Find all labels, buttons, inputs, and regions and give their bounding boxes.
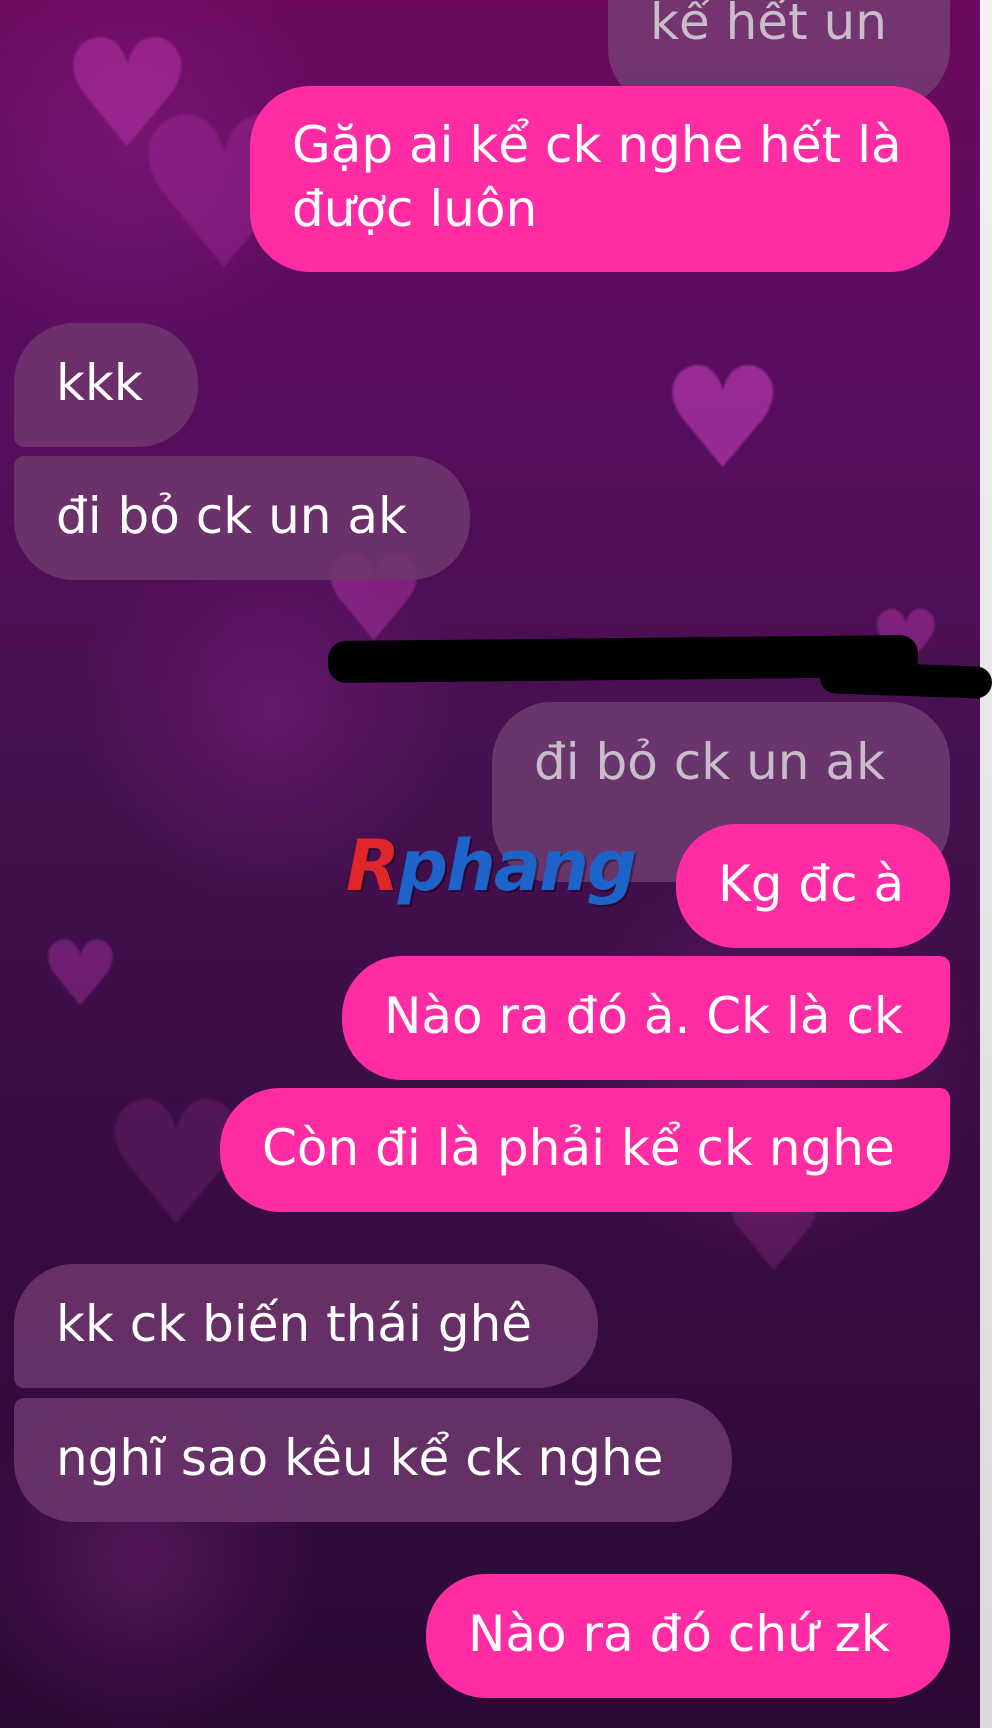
quoted-message-text: kể hết un (650, 0, 887, 51)
quoted-message-text: đi bỏ ck un ak (534, 733, 885, 791)
message-line: Gặp ai kể ck nghe hết là (292, 116, 902, 174)
redaction-mark (819, 661, 992, 699)
sent-message[interactable]: Nào ra đó chứ zk (426, 1574, 950, 1698)
received-message[interactable]: kkk (14, 323, 198, 447)
message-text: kkk (56, 354, 143, 412)
sent-message[interactable]: Gặp ai kể ck nghe hết là được luôn (250, 86, 950, 272)
heart-icon: ♥ (40, 922, 121, 1027)
received-message[interactable]: nghĩ sao kêu kể ck nghe (14, 1398, 732, 1522)
message-line: được luôn (292, 180, 538, 238)
message-text: kk ck biến thái ghê (56, 1295, 533, 1353)
message-text: Còn đi là phải kể ck nghe (262, 1119, 895, 1177)
heart-icon: ♥ (660, 338, 786, 501)
message-text: Kg đc à (718, 855, 905, 913)
received-message[interactable]: đi bỏ ck un ak (14, 456, 470, 580)
message-text: Nào ra đó à. Ck là ck (384, 987, 903, 1045)
sent-message[interactable]: Còn đi là phải kể ck nghe (220, 1088, 950, 1212)
message-text: đi bỏ ck un ak (56, 487, 407, 545)
screen-edge (980, 0, 992, 1728)
sent-message[interactable]: Nào ra đó à. Ck là ck (342, 956, 950, 1080)
watermark-logo: Rphang (346, 825, 637, 907)
message-text: nghĩ sao kêu kể ck nghe (56, 1429, 664, 1487)
message-text: Nào ra đó chứ zk (468, 1605, 890, 1663)
sent-message[interactable]: Kg đc à (676, 824, 950, 948)
received-message[interactable]: kk ck biến thái ghê (14, 1264, 598, 1388)
